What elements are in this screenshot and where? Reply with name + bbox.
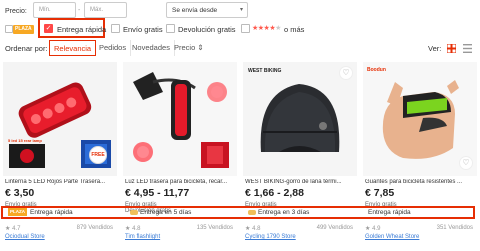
- plaza-badge-small: PLAZA: [8, 208, 27, 216]
- delivery-text: Entrega en 5 días: [140, 209, 192, 216]
- product-card[interactable]: Luz LED trasera para bicicleta, recar...…: [123, 62, 237, 251]
- store-link[interactable]: Ociodual Store: [5, 234, 45, 240]
- delivery-info: Entrega rápida: [368, 209, 411, 216]
- product-image[interactable]: [123, 62, 237, 176]
- product-title[interactable]: Linterna 5 LED Rojos Parte Trasera...: [5, 179, 115, 185]
- product-image[interactable]: Boodun ♡: [363, 62, 477, 176]
- grid-view-icon[interactable]: [447, 44, 456, 53]
- product-sold: 351 Vendidos: [436, 225, 473, 231]
- rating-value: 4.8: [252, 226, 261, 232]
- product-sold: 499 Vendidos: [316, 225, 353, 231]
- store-link[interactable]: Cycling 1790 Store: [245, 234, 296, 240]
- brand-logo: Boodun: [367, 67, 386, 73]
- product-card[interactable]: 5 led 15 rear lamp FREE Linterna 5 LED R…: [3, 62, 117, 251]
- star-icon: ★: [5, 226, 11, 232]
- product-image[interactable]: WEST BIKING ♡: [243, 62, 357, 176]
- star-icon: ★: [125, 226, 131, 232]
- fast-delivery-label[interactable]: Entrega rápida: [57, 25, 106, 34]
- price-label: Precio:: [5, 8, 27, 15]
- product-rating: ★ 4.8: [245, 225, 260, 232]
- product-price: € 1,66 - 2,88: [245, 187, 304, 199]
- product-rating: ★ 4.9: [365, 225, 380, 232]
- sort-bar: Ordenar por: Relevancia Pedidos Novedade…: [0, 38, 480, 58]
- fast-delivery-checkbox[interactable]: ✓: [44, 24, 53, 33]
- product-title[interactable]: Luz LED trasera para bicicleta, recar...: [125, 179, 235, 185]
- sort-price-label: Precio: [174, 43, 196, 52]
- ship-from-select[interactable]: Se envía desde ▾: [166, 2, 248, 18]
- sort-label: Ordenar por:: [5, 44, 48, 53]
- delivery-info: Entrega rápida: [30, 209, 73, 216]
- truck-icon: [248, 209, 256, 215]
- view-label: Ver:: [428, 44, 442, 53]
- price-dash: -: [78, 7, 81, 14]
- chevron-down-icon: ▾: [239, 7, 243, 13]
- sort-tab-newest[interactable]: Novedades: [128, 40, 175, 56]
- delivery-info: Entrega en 3 días: [248, 209, 309, 216]
- star-icon: ★: [245, 226, 251, 232]
- delivery-info: Entrega en 5 días: [130, 209, 191, 216]
- sort-tab-orders[interactable]: Pedidos: [95, 40, 132, 56]
- product-image[interactable]: 5 led 15 rear lamp FREE: [3, 62, 117, 176]
- product-title[interactable]: Guantes para bicicleta resistentes ...: [365, 179, 475, 185]
- product-card[interactable]: Boodun ♡ Guantes para bicicleta resisten…: [363, 62, 477, 251]
- store-link[interactable]: Tim flashlight: [125, 234, 160, 240]
- four-star-icon[interactable]: ★★★★★: [252, 24, 281, 32]
- free-shipping-label[interactable]: Envío gratis: [123, 25, 163, 34]
- product-price: € 3,50: [5, 187, 35, 199]
- product-rating: ★ 4.7: [5, 225, 20, 232]
- plaza-badge: PLAZA: [13, 25, 34, 34]
- list-view-icon[interactable]: [463, 44, 472, 53]
- brand-logo: WEST BIKING: [248, 68, 282, 74]
- stars-suffix: o más: [284, 25, 305, 34]
- product-sold: 879 Vendidos: [76, 225, 113, 231]
- product-sold: 135 Vendidos: [196, 225, 233, 231]
- product-price: € 4,95 - 11,77: [125, 187, 190, 199]
- rating-value: 4.9: [372, 226, 381, 232]
- stars-checkbox[interactable]: [241, 24, 250, 33]
- free-badge: FREE: [89, 146, 107, 164]
- product-rating: ★ 4.8: [125, 225, 140, 232]
- thumb-badge-text: 5 led 15 rear lamp: [8, 138, 42, 143]
- truck-icon: [130, 209, 138, 215]
- product-title[interactable]: WEST BIKING-gorro de lana térmi...: [245, 179, 355, 185]
- thermal-cap-image: [243, 62, 357, 176]
- rear-light-image: [123, 62, 237, 176]
- sort-tab-price[interactable]: Precio ⇕: [170, 40, 208, 56]
- delivery-text: Entrega en 3 días: [258, 209, 310, 216]
- free-shipping-checkbox[interactable]: [111, 24, 120, 33]
- free-returns-label[interactable]: Devolución gratis: [178, 25, 236, 34]
- wishlist-heart-icon[interactable]: ♡: [339, 66, 353, 80]
- wishlist-heart-icon[interactable]: ♡: [459, 156, 473, 170]
- rating-value: 4.7: [12, 226, 21, 232]
- price-min-input[interactable]: Mín.: [33, 2, 76, 18]
- free-returns-checkbox[interactable]: [166, 24, 175, 33]
- sort-tab-relevance[interactable]: Relevancia: [49, 40, 97, 56]
- product-price: € 7,85: [365, 187, 395, 199]
- ship-from-value: Se envía desde: [172, 7, 218, 14]
- star-icon: ★: [365, 226, 371, 232]
- sort-arrows-icon: ⇕: [197, 43, 204, 52]
- price-max-input[interactable]: Máx.: [84, 2, 127, 18]
- plaza-checkbox[interactable]: [5, 25, 13, 33]
- product-card[interactable]: WEST BIKING ♡ WEST BIKING-gorro de lana …: [243, 62, 357, 251]
- store-link[interactable]: Golden Wheat Store: [365, 234, 419, 240]
- rating-value: 4.8: [132, 226, 141, 232]
